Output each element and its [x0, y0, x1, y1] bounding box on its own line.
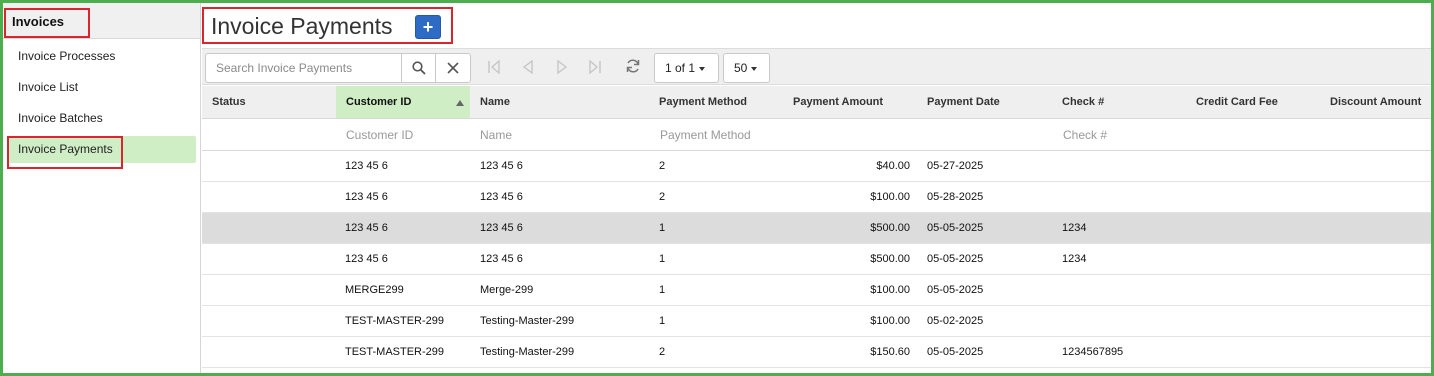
payments-grid: Status Customer ID Name Payment Method P… — [202, 86, 1431, 368]
table-row[interactable]: 123 45 6 123 45 6 2 $40.00 05-27-2025 — [202, 151, 1431, 182]
sidebar-title: Invoices — [12, 14, 65, 29]
cell-name: 123 45 6 — [480, 253, 523, 265]
sidebar-item-invoice-batches[interactable]: Invoice Batches — [7, 105, 196, 132]
table-row[interactable]: TEST-MASTER-299 Testing-Master-299 2 $15… — [202, 337, 1431, 368]
toolbar: 1 of 1 50 — [202, 48, 1431, 85]
page-size-selector[interactable]: 50 — [723, 53, 770, 83]
sidebar-nav: Invoice Processes Invoice List Invoice B… — [3, 39, 200, 163]
cell-payment-amount: $500.00 — [870, 253, 910, 265]
cell-customer-id: TEST-MASTER-299 — [345, 346, 445, 358]
cell-payment-date: 05-05-2025 — [927, 284, 984, 296]
column-header-customer-id-label: Customer ID — [346, 96, 412, 108]
search-input[interactable] — [205, 53, 402, 83]
cell-check — [1053, 182, 1187, 212]
cell-payment-date: 05-28-2025 — [927, 191, 984, 203]
cell-payment-date: 05-05-2025 — [927, 253, 984, 265]
table-row-selected[interactable]: 123 45 6 123 45 6 1 $500.00 05-05-2025 1… — [202, 213, 1431, 244]
cell-payment-date: 05-02-2025 — [927, 315, 984, 327]
cell-name: 123 45 6 — [480, 222, 523, 234]
cell-customer-id: 123 45 6 — [345, 222, 388, 234]
column-header-status[interactable]: Status — [202, 86, 336, 118]
cell-payment-method: 1 — [659, 315, 666, 327]
cell-name: Testing-Master-299 — [480, 346, 575, 358]
cell-payment-date: 05-05-2025 — [927, 346, 984, 358]
cell-name: Testing-Master-299 — [480, 315, 575, 327]
sidebar-item-invoice-payments[interactable]: Invoice Payments — [7, 136, 196, 163]
cell-payment-amount: $500.00 — [870, 222, 910, 234]
filter-payment-method[interactable]: Payment Method — [650, 119, 784, 150]
cell-payment-method: 2 — [659, 191, 666, 203]
next-page-icon[interactable] — [555, 59, 571, 75]
search-button[interactable] — [401, 53, 436, 83]
sidebar: Invoices Invoice Processes Invoice List … — [3, 3, 201, 373]
cell-customer-id: 123 45 6 — [345, 191, 388, 203]
add-payment-button[interactable]: + — [415, 15, 441, 39]
prev-page-icon[interactable] — [521, 59, 537, 75]
cell-name: Merge-299 — [480, 284, 534, 296]
column-header-payment-amount[interactable]: Payment Amount — [783, 86, 917, 118]
page-title: Invoice Payments — [211, 13, 393, 39]
cell-payment-method: 1 — [659, 222, 666, 234]
cell-name: 123 45 6 — [480, 191, 523, 203]
filter-check[interactable]: Check # — [1053, 119, 1187, 150]
column-header-name[interactable]: Name — [470, 86, 649, 118]
cell-customer-id: TEST-MASTER-299 — [345, 315, 445, 327]
cell-payment-amount: $100.00 — [870, 191, 910, 203]
cell-name: 123 45 6 — [480, 160, 523, 172]
sidebar-item-invoice-list[interactable]: Invoice List — [7, 74, 196, 101]
column-header-check[interactable]: Check # — [1052, 86, 1186, 118]
sidebar-item-invoice-processes[interactable]: Invoice Processes — [7, 43, 196, 70]
caret-down-icon — [751, 66, 758, 71]
sidebar-header: Invoices — [3, 3, 200, 39]
cell-check: 1234 — [1062, 222, 1087, 234]
cell-customer-id: 123 45 6 — [345, 253, 388, 265]
cell-payment-amount: $40.00 — [876, 160, 910, 172]
caret-down-icon — [699, 66, 706, 71]
cell-payment-amount: $100.00 — [870, 284, 910, 296]
grid-header: Status Customer ID Name Payment Method P… — [202, 86, 1431, 119]
cell-payment-amount: $150.60 — [870, 346, 910, 358]
column-header-payment-method[interactable]: Payment Method — [649, 86, 783, 118]
cell-payment-method: 1 — [659, 253, 666, 265]
cell-check — [1053, 306, 1187, 336]
plus-icon: + — [422, 17, 434, 37]
cell-check — [1053, 151, 1187, 181]
close-icon — [447, 62, 459, 74]
cell-payment-method: 2 — [659, 346, 666, 358]
column-header-payment-date[interactable]: Payment Date — [917, 86, 1051, 118]
clear-search-button[interactable] — [435, 53, 471, 83]
table-row[interactable]: 123 45 6 123 45 6 2 $100.00 05-28-2025 — [202, 182, 1431, 213]
page-selector[interactable]: 1 of 1 — [654, 53, 719, 83]
main-content: Invoice Payments + Search Invoice Paymen… — [202, 3, 1431, 373]
cell-payment-date: 05-05-2025 — [927, 222, 984, 234]
table-row[interactable]: 123 45 6 123 45 6 1 $500.00 05-05-2025 1… — [202, 244, 1431, 275]
cell-payment-date: 05-27-2025 — [927, 160, 984, 172]
cell-customer-id: 123 45 6 — [345, 160, 388, 172]
first-page-icon[interactable] — [487, 59, 503, 75]
title-bar: Invoice Payments + — [202, 3, 1431, 48]
cell-payment-amount: $100.00 — [870, 315, 910, 327]
cell-check: 1234 — [1062, 253, 1087, 265]
cell-check — [1053, 275, 1187, 305]
page-selector-label: 1 of 1 — [665, 61, 696, 75]
table-row[interactable]: MERGE299 Merge-299 1 $100.00 05-05-2025 — [202, 275, 1431, 306]
cell-check: 1234567895 — [1062, 346, 1124, 358]
search-icon — [411, 61, 426, 75]
last-page-icon[interactable] — [588, 59, 604, 75]
refresh-icon[interactable] — [625, 58, 641, 74]
cell-payment-method: 1 — [659, 284, 666, 296]
grid-filter-row: Customer ID Name Payment Method Check # — [202, 119, 1431, 151]
filter-name[interactable]: Name — [470, 119, 649, 150]
cell-payment-method: 2 — [659, 160, 666, 172]
page-size-label: 50 — [734, 61, 748, 75]
cell-customer-id: MERGE299 — [345, 284, 404, 296]
filter-customer-id[interactable]: Customer ID — [336, 119, 470, 150]
table-row[interactable]: TEST-MASTER-299 Testing-Master-299 1 $10… — [202, 306, 1431, 337]
column-header-discount-amount[interactable]: Discount Amount — [1320, 86, 1431, 118]
column-header-credit-card-fee[interactable]: Credit Card Fee — [1186, 86, 1320, 118]
column-header-customer-id[interactable]: Customer ID — [336, 86, 470, 118]
sort-ascending-icon — [456, 100, 464, 106]
